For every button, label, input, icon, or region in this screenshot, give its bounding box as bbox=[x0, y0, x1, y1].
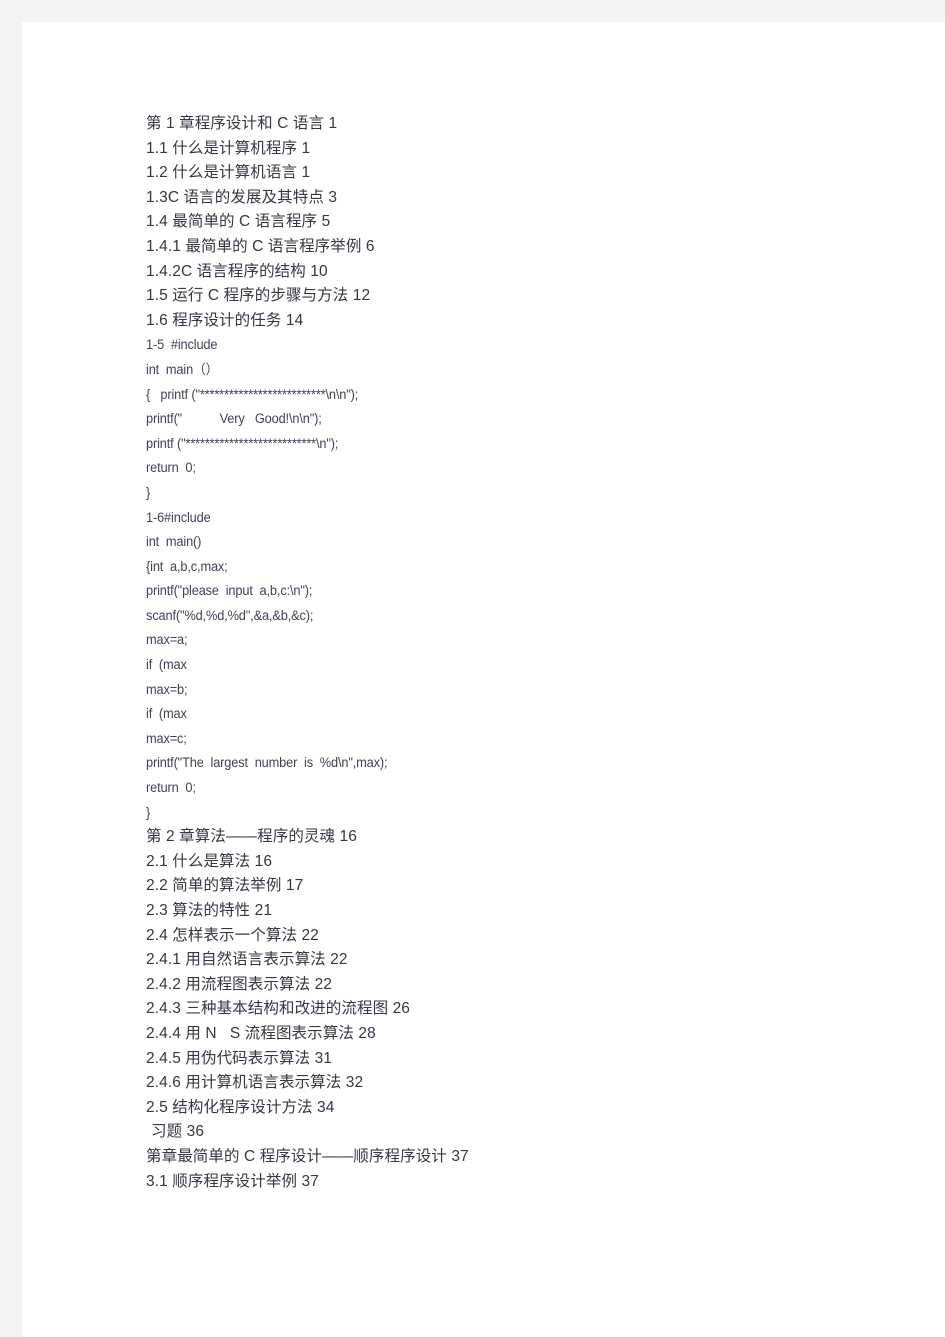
toc-entry: 第 2 章算法——程序的灵魂 16 bbox=[146, 828, 357, 846]
toc-entry: 2.1 什么是算法 16 bbox=[146, 852, 273, 870]
toc-entry: 1.3C 语言的发展及其特点 3 bbox=[146, 188, 338, 206]
toc-entry: 2.4.6 用计算机语言表示算法 32 bbox=[146, 1074, 364, 1092]
toc-entry: 1.5 运行 C 程序的步骤与方法 12 bbox=[146, 287, 371, 305]
toc-entry: 2.4 怎样表示一个算法 22 bbox=[146, 926, 319, 944]
code-line: if (max bbox=[146, 706, 187, 722]
toc-entry: 习题 36 bbox=[151, 1123, 205, 1141]
toc-entry: 2.5 结构化程序设计方法 34 bbox=[146, 1098, 335, 1116]
document-page: 第 1 章程序设计和 C 语言 1 1.1 什么是计算机程序 1 1.2 什么是计算… bbox=[22, 22, 945, 1337]
toc-entry: 3.1 顺序程序设计举例 37 bbox=[146, 1172, 319, 1190]
toc-entry: 2.4.1 用自然语言表示算法 22 bbox=[146, 951, 348, 969]
code-line: scanf("%d,%d,%d",&a,&b,&c); bbox=[146, 607, 314, 623]
code-line: max=a; bbox=[146, 632, 188, 648]
toc-entry: 1.4.1 最简单的 C 语言程序举例 6 bbox=[146, 237, 375, 255]
code-line: return 0; bbox=[146, 460, 196, 476]
toc-entry: 2.3 算法的特性 21 bbox=[146, 902, 273, 919]
table-of-contents-body: 第 1 章程序设计和 C 语言 1 1.1 什么是计算机程序 1 1.2 什么是计算… bbox=[146, 112, 866, 1194]
toc-entry: 2.2 简单的算法举例 17 bbox=[146, 877, 304, 895]
code-line: {int a,b,c,max; bbox=[146, 558, 228, 574]
code-line: max=c; bbox=[146, 730, 187, 746]
code-line: { printf ("**************************\n\… bbox=[146, 386, 359, 402]
code-line: 1-5 #include bbox=[146, 337, 218, 353]
toc-entry: 2.4.5 用伪代码表示算法 31 bbox=[146, 1049, 333, 1067]
code-line: } bbox=[146, 804, 151, 820]
toc-entry: 1.2 什么是计算机语言 1 bbox=[146, 164, 311, 182]
code-line: printf("please input a,b,c:\n"); bbox=[146, 583, 313, 599]
toc-entry: 1.6 程序设计的任务 14 bbox=[146, 311, 304, 329]
code-line: printf ("***************************\n")… bbox=[146, 435, 339, 451]
code-line: return 0; bbox=[146, 780, 196, 796]
code-line: int main() bbox=[146, 534, 202, 550]
toc-entry: 第 1 章程序设计和 C 语言 1 bbox=[146, 115, 338, 132]
code-line: printf("The largest number is %d\n",max)… bbox=[146, 755, 388, 771]
toc-entry: 第章最简单的 C 程序设计——顺序程序设计 37 bbox=[146, 1147, 469, 1165]
toc-entry: 2.4.2 用流程图表示算法 22 bbox=[146, 975, 333, 993]
toc-entry: 1.4.2C 语言程序的结构 10 bbox=[146, 262, 328, 280]
code-line: int main（） bbox=[146, 361, 219, 377]
code-line: } bbox=[146, 484, 151, 500]
code-line: max=b; bbox=[146, 681, 188, 697]
toc-entry: 2.4.4 用 N S 流程图表示算法 28 bbox=[146, 1024, 376, 1042]
toc-entry: 1.1 什么是计算机程序 1 bbox=[146, 139, 311, 157]
code-line: printf(" Very Good!\n\n"); bbox=[146, 411, 322, 427]
code-line: 1-6#include bbox=[146, 509, 211, 525]
toc-entry: 1.4 最简单的 C 语言程序 5 bbox=[146, 213, 331, 231]
toc-entry: 2.4.3 三种基本结构和改进的流程图 26 bbox=[146, 1000, 411, 1018]
code-line: if (max bbox=[146, 657, 187, 673]
